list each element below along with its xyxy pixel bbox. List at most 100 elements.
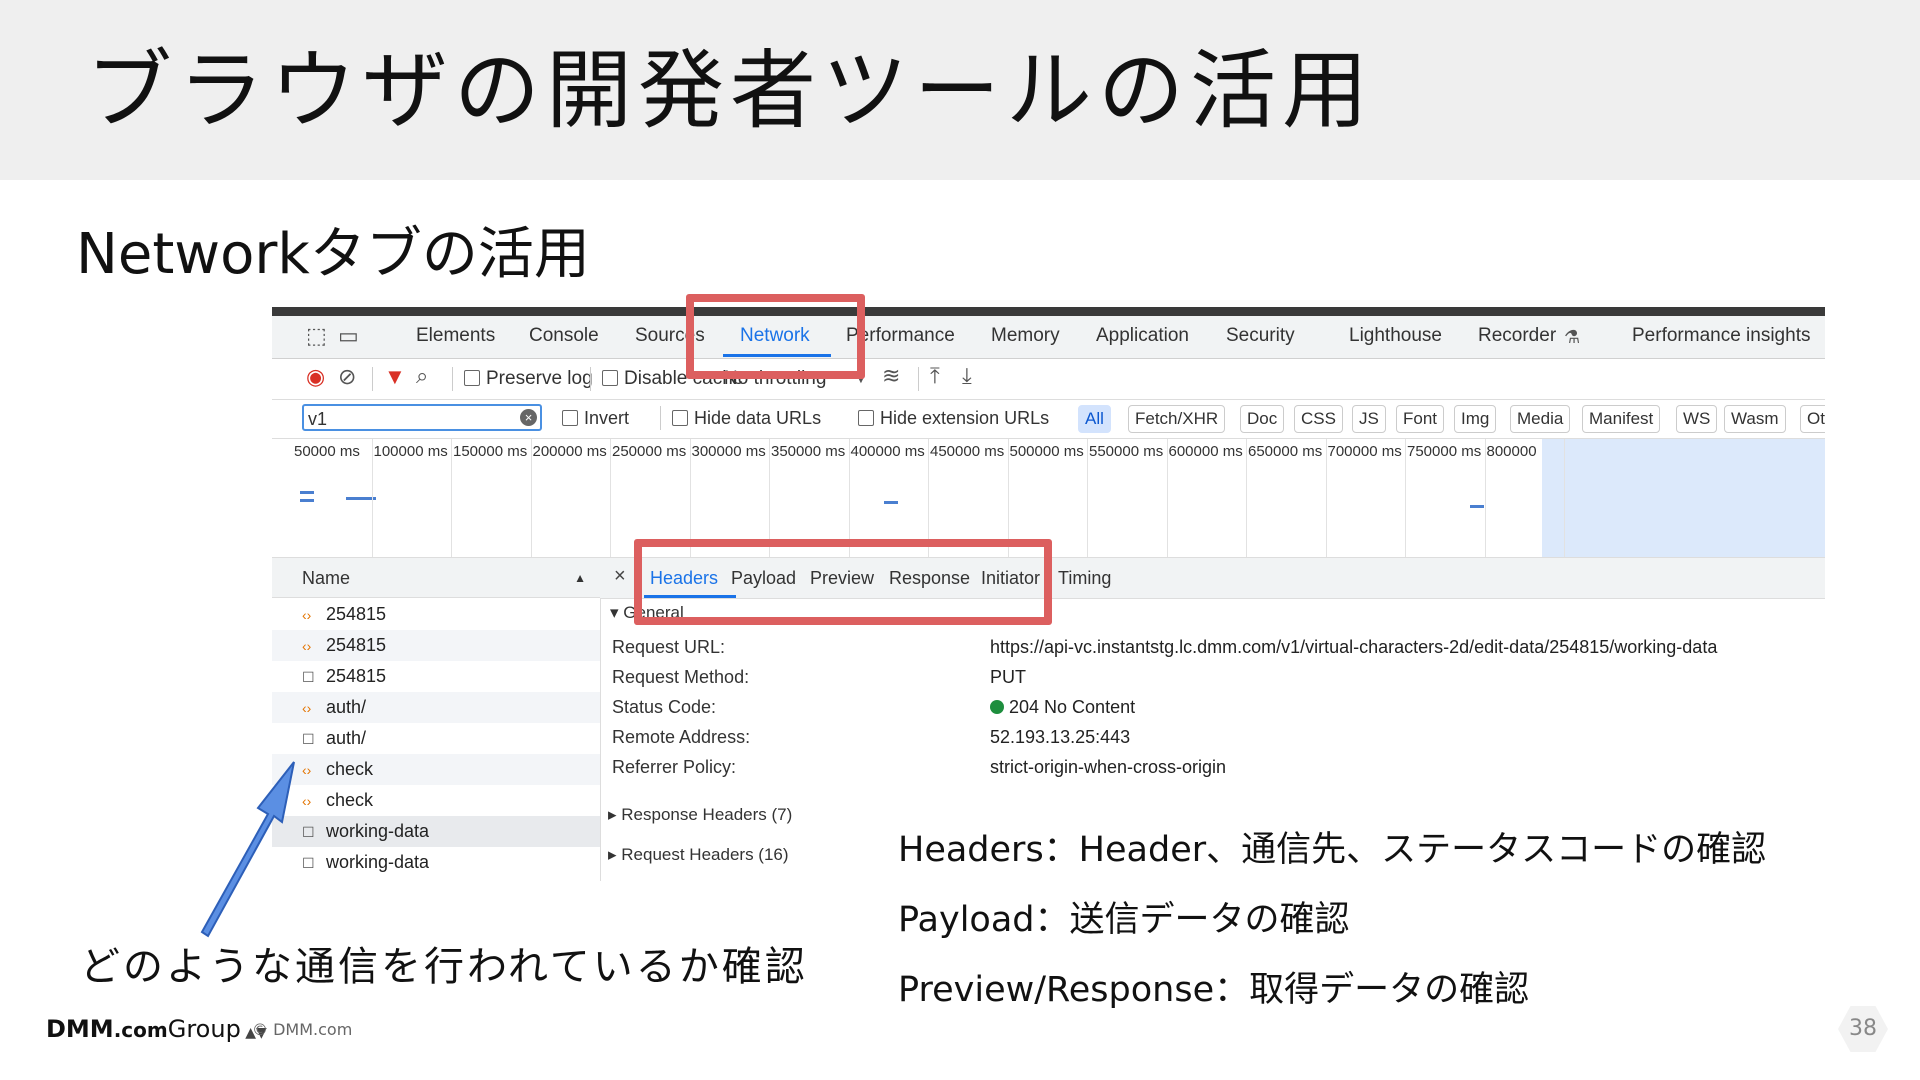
request-row[interactable]: ‹› 254815: [272, 599, 600, 630]
network-conditions-icon[interactable]: ≋: [882, 364, 900, 388]
request-headers-section[interactable]: ▸ Request Headers (16): [608, 843, 789, 867]
hide-data-urls-checkbox[interactable]: Hide data URLs: [672, 406, 821, 430]
type-filter-img[interactable]: Img: [1454, 405, 1497, 433]
filter-input-value: v1: [308, 409, 328, 429]
timeline-tick-label: 500000 ms: [1009, 443, 1084, 460]
name-column-header[interactable]: Name ▲: [272, 558, 600, 598]
filter-input[interactable]: v1 ×: [302, 404, 542, 431]
tab-console[interactable]: Console: [529, 324, 599, 348]
type-filter-other[interactable]: Ot: [1800, 405, 1825, 433]
download-icon[interactable]: ⤓: [962, 364, 972, 388]
response-headers-label: Response Headers (7): [621, 805, 793, 824]
inspect-element-icon[interactable]: ⬚: [306, 324, 327, 348]
devtools-tab-bar: ⬚ ▭ Elements Console Sources Network Per…: [272, 316, 1825, 359]
type-filter-wasm[interactable]: Wasm: [1724, 405, 1786, 433]
document-icon: ☐: [302, 669, 315, 685]
request-row-selected[interactable]: ☐ working-data: [272, 816, 600, 847]
invert-label: Invert: [584, 408, 630, 428]
upload-icon[interactable]: ⤒: [930, 364, 940, 388]
type-filter-media[interactable]: Media: [1510, 405, 1571, 433]
request-row[interactable]: ‹› 254815: [272, 630, 600, 661]
tab-lighthouse[interactable]: Lighthouse: [1349, 324, 1442, 348]
request-name: 254815: [326, 635, 387, 655]
timeline-gridline: [1405, 439, 1406, 557]
type-filter-css[interactable]: CSS: [1294, 405, 1343, 433]
network-toolbar: ◉ ⊘ ▼ ⌕ Preserve log Disable cache No th…: [272, 359, 1825, 400]
arrow-caption: どのような通信を行われているか確認: [80, 944, 808, 990]
tab-security[interactable]: Security: [1226, 324, 1295, 348]
response-headers-section[interactable]: ▸ Response Headers (7): [608, 803, 792, 827]
tab-application[interactable]: Application: [1096, 324, 1189, 348]
request-row[interactable]: ‹› auth/: [272, 692, 600, 723]
fetch-icon: ‹›: [302, 638, 312, 654]
tab-memory[interactable]: Memory: [991, 324, 1060, 348]
timeline-gridline: [1166, 439, 1168, 557]
notes-panel: Headers：Header、通信先、ステータスコードの確認 Payload：送…: [882, 808, 1802, 1048]
request-list: ‹› 254815 ‹› 254815 ☐ 254815 ‹› auth/ ☐ auth/…: [272, 599, 601, 881]
clear-filter-icon[interactable]: ×: [520, 409, 537, 426]
request-row[interactable]: ‹› check: [272, 754, 600, 785]
referrer-policy-value: strict-origin-when-cross-origin: [990, 757, 1227, 777]
request-name: working-data: [326, 852, 430, 872]
tab-performance-insights[interactable]: Performance insights: [1632, 324, 1810, 348]
filter-icon[interactable]: ▼: [384, 365, 406, 389]
logo-group: Group: [167, 1015, 241, 1043]
timeline-tick-label: 800000: [1486, 443, 1537, 460]
request-method-key: Request Method:: [612, 667, 750, 687]
record-icon[interactable]: ◉: [306, 365, 325, 389]
request-row[interactable]: ☐ 254815: [272, 661, 600, 692]
request-name: 254815: [326, 604, 387, 624]
fetch-icon: ‹›: [302, 762, 312, 778]
type-filter-all[interactable]: All: [1078, 405, 1111, 433]
invert-checkbox[interactable]: Invert: [562, 406, 629, 430]
request-row[interactable]: ☐ working-data: [272, 847, 600, 878]
type-filter-js[interactable]: JS: [1352, 405, 1386, 433]
timeline-bar: [1470, 505, 1484, 508]
tab-recorder[interactable]: Recorder: [1478, 324, 1556, 348]
timeline-tick-label: 450000 ms: [930, 443, 1005, 460]
device-toolbar-icon[interactable]: ▭: [338, 324, 359, 348]
preserve-log-checkbox[interactable]: Preserve log: [464, 367, 593, 391]
remote-address-key: Remote Address:: [612, 727, 751, 747]
type-filter-ws[interactable]: WS: [1676, 405, 1718, 433]
request-row[interactable]: ‹› check: [272, 785, 600, 816]
type-filter-font[interactable]: Font: [1396, 405, 1445, 433]
type-filter-fetch-xhr[interactable]: Fetch/XHR: [1128, 405, 1226, 433]
timeline-tick-label: 250000 ms: [612, 443, 687, 460]
separator: [452, 367, 453, 391]
type-filter-manifest[interactable]: Manifest: [1582, 405, 1661, 433]
timeline-bar: [300, 491, 314, 494]
flask-icon: ⚗: [1564, 327, 1581, 347]
document-icon: ☐: [302, 855, 315, 871]
detail-tab-timing[interactable]: Timing: [1058, 566, 1111, 590]
fetch-icon: ‹›: [302, 607, 312, 623]
remote-address-value: 52.193.13.25:443: [990, 727, 1131, 747]
separator: [918, 367, 919, 391]
clear-icon[interactable]: ⊘: [338, 365, 356, 389]
document-icon: ☐: [302, 731, 315, 747]
timeline-tick-label: 600000 ms: [1168, 443, 1243, 460]
request-url-key: Request URL:: [612, 637, 726, 657]
separator: [590, 367, 591, 391]
timeline-tick-label: 350000 ms: [771, 443, 846, 460]
request-name: working-data: [326, 821, 430, 841]
request-row[interactable]: ☐ auth/: [272, 723, 600, 754]
logo-com: .com: [113, 1018, 168, 1042]
request-name: check: [326, 790, 374, 810]
timeline-tick-label: 100000 ms: [373, 443, 448, 460]
status-code-text: 204 No Content: [1009, 697, 1136, 717]
hide-extension-urls-checkbox[interactable]: Hide extension URLs: [858, 406, 1049, 430]
tab-elements[interactable]: Elements: [416, 324, 495, 348]
request-name: check: [326, 759, 374, 779]
close-icon[interactable]: ×: [614, 565, 626, 588]
logo-dmm: DMM: [46, 1015, 114, 1043]
note-preview-response: Preview/Response：取得データの確認: [898, 970, 1530, 1010]
sort-ascending-icon[interactable]: ▲: [574, 558, 586, 598]
search-icon[interactable]: ⌕: [416, 364, 428, 388]
timeline-selection[interactable]: [1542, 439, 1825, 557]
timeline-tick-label: 150000 ms: [453, 443, 528, 460]
request-headers-label: Request Headers (16): [621, 845, 789, 864]
filter-bar: v1 × Invert Hide data URLs Hide extensio…: [272, 400, 1825, 439]
type-filter-doc[interactable]: Doc: [1240, 405, 1285, 433]
timeline-gridline: [1484, 439, 1486, 557]
